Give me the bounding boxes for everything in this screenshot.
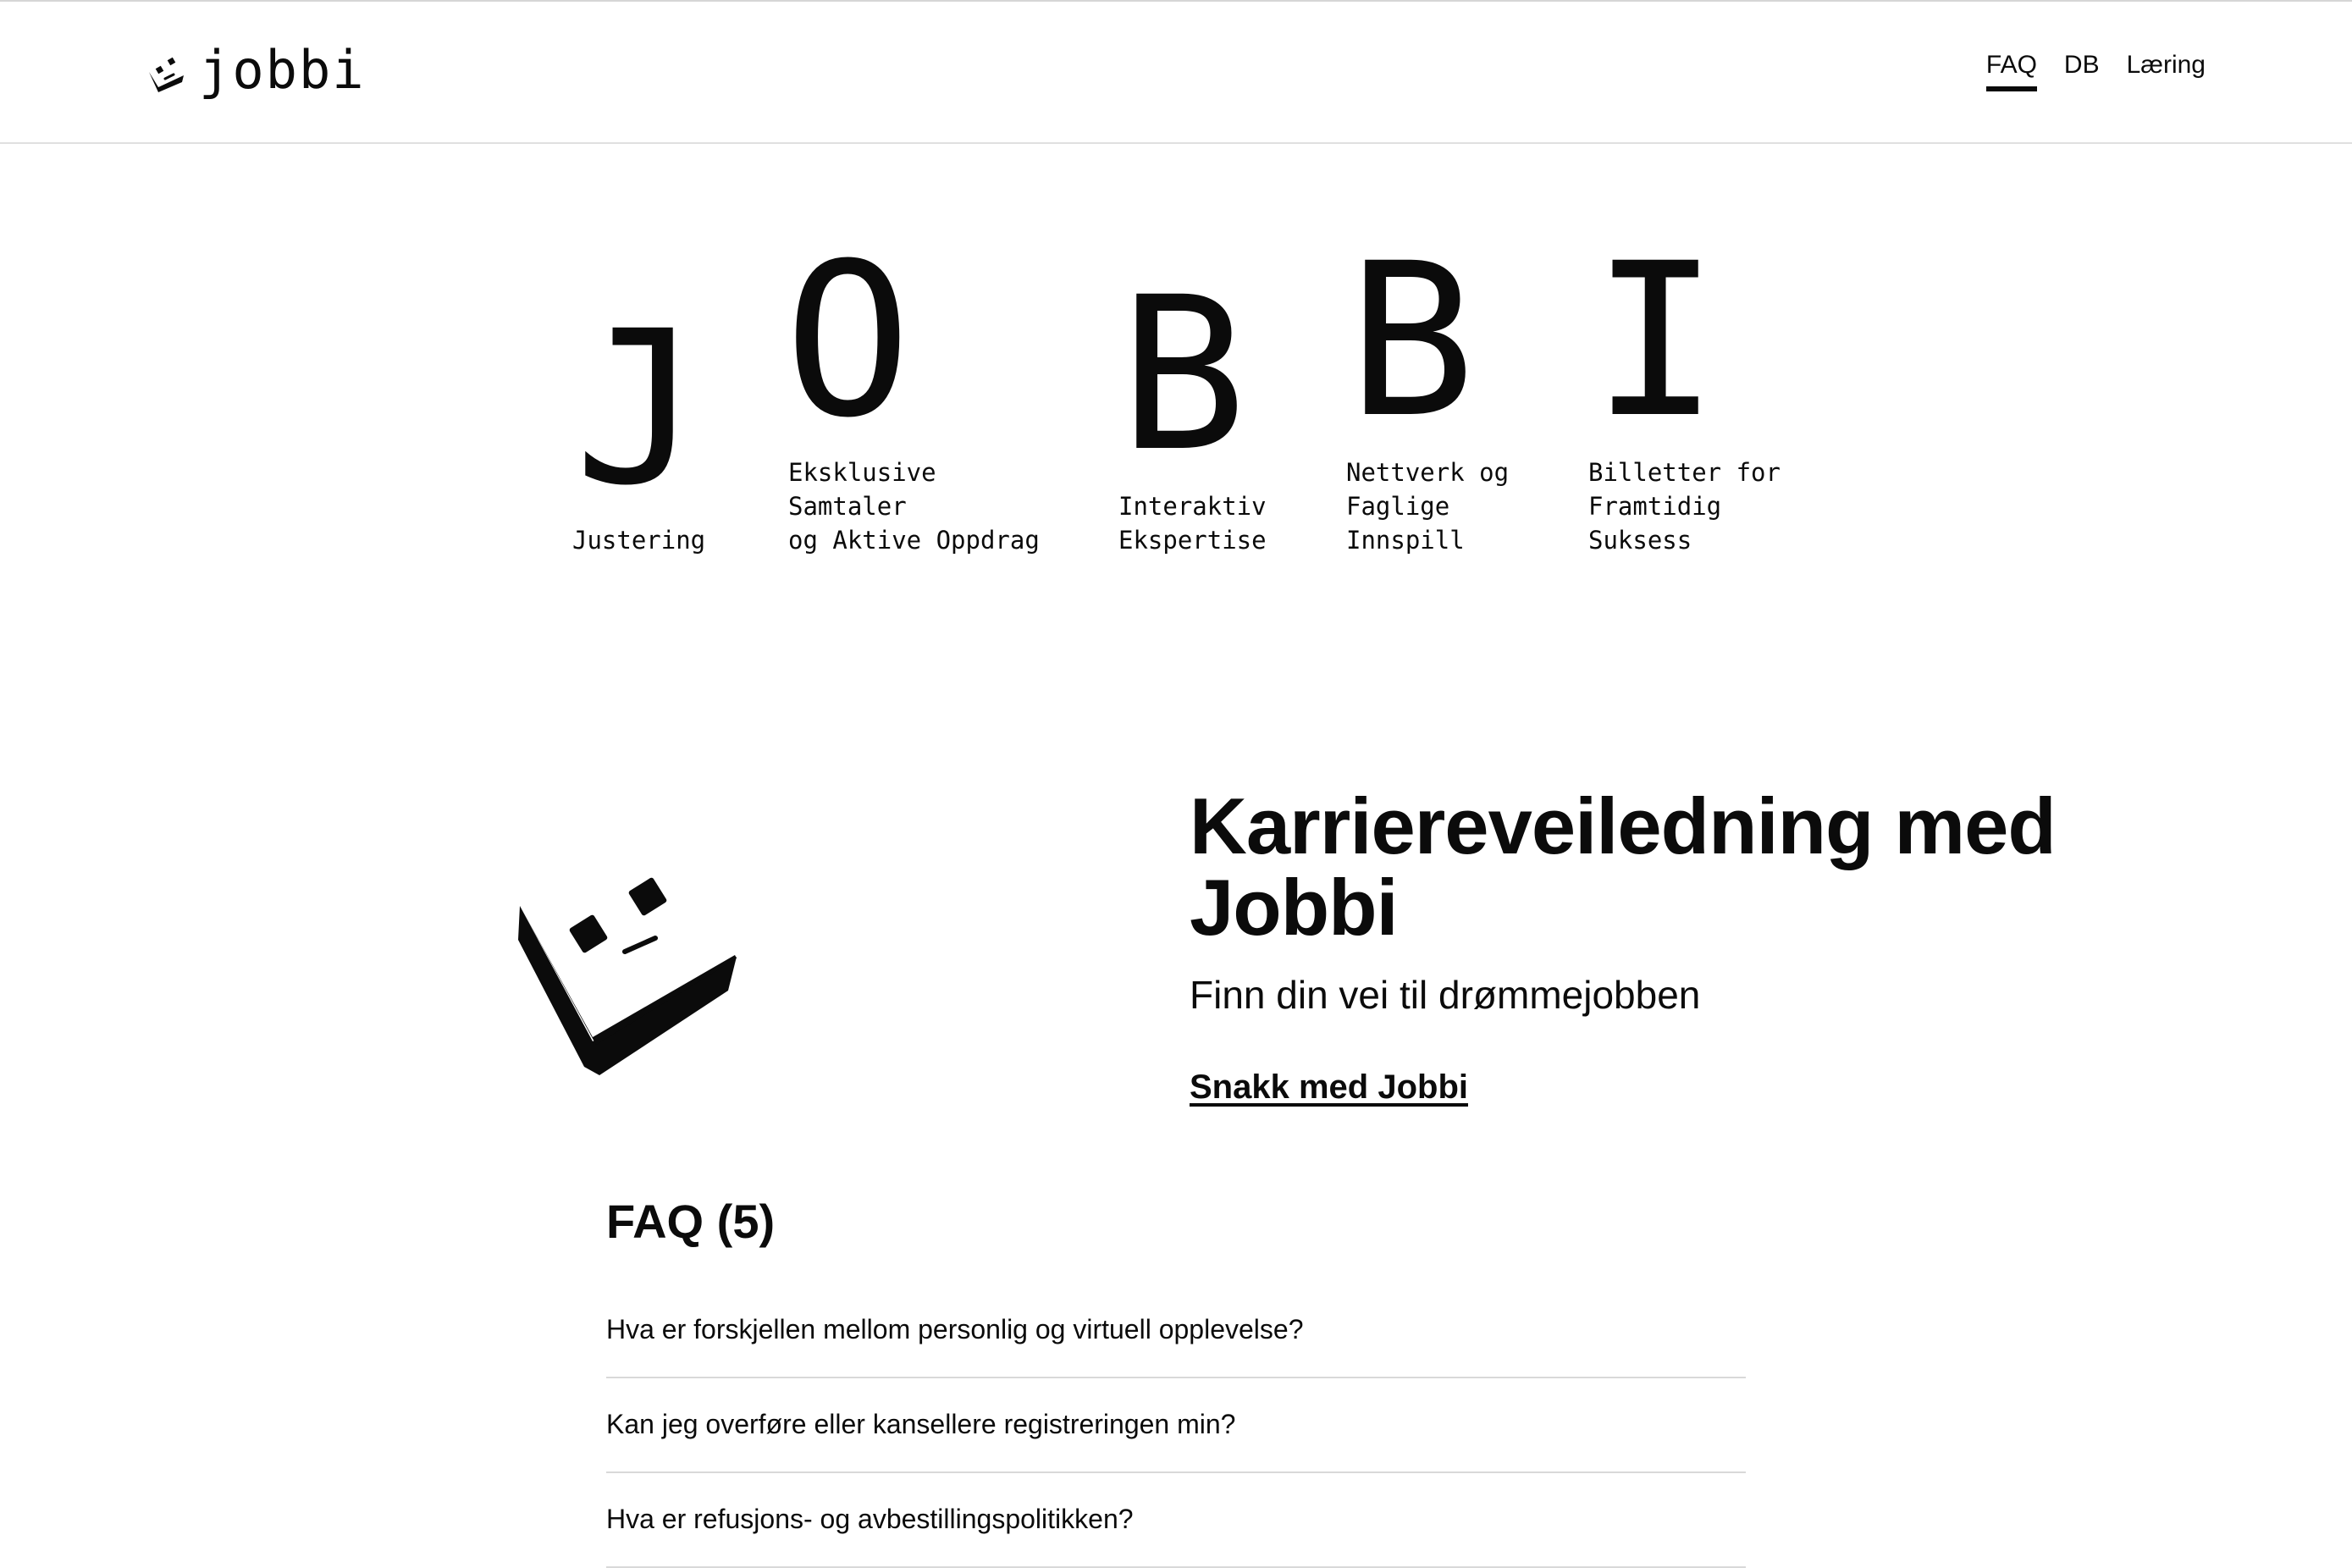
acronym-letter-b2: B (1348, 218, 1476, 464)
acronym-caption-b1: Interaktiv Ekspertise (1118, 492, 1267, 555)
brand-name: jobbi (199, 38, 366, 101)
acronym-caption-i: Billetter for Framtidig Suksess (1588, 458, 1781, 555)
smiley-cube-icon (149, 57, 184, 92)
faq-title: FAQ (5) (606, 1195, 776, 1248)
faq-question[interactable]: Hva er forskjellen mellom personlig og v… (606, 1284, 1746, 1378)
acronym-letter-j: J (574, 285, 702, 532)
smiley-cube-icon (518, 877, 737, 1075)
nav-item-db[interactable]: DB (2064, 51, 2100, 91)
faq-question[interactable]: Hva er refusjons- og avbestillingspoliti… (606, 1473, 1746, 1568)
acronym-letter-b1: B (1119, 251, 1247, 498)
acronym-letter-o: O (784, 218, 912, 464)
faq-list: Hva er forskjellen mellom personlig og v… (606, 1284, 1746, 1568)
acronym-section: J Justering O Eksklusive Samtaler og Akt… (0, 144, 2352, 584)
acronym-letter-i: I (1592, 218, 1720, 464)
hero-subtitle: Finn din vei til drømmejobben (1190, 973, 1701, 1017)
talk-to-jobbi-link[interactable]: Snakk med Jobbi (1190, 1068, 1468, 1107)
nav-item-faq[interactable]: FAQ (1985, 51, 2037, 91)
acronym-caption-j: Justering (572, 526, 706, 555)
hero-title: Karriereveiledning med Jobbi (1190, 781, 2057, 952)
acronym-caption-b2: Nettverk og Faglige Innspill (1346, 458, 1510, 555)
top-navigation: FAQ DB Læring (1985, 51, 2206, 91)
brand-logo-link[interactable]: jobbi (146, 36, 366, 103)
nav-item-laering[interactable]: Læring (2127, 51, 2206, 91)
acronym-caption-o: Eksklusive Samtaler og Aktive Oppdrag (788, 458, 1040, 555)
site-header: jobbi FAQ DB Læring (0, 2, 2352, 144)
faq-question[interactable]: Kan jeg overføre eller kansellere regist… (606, 1378, 1746, 1473)
